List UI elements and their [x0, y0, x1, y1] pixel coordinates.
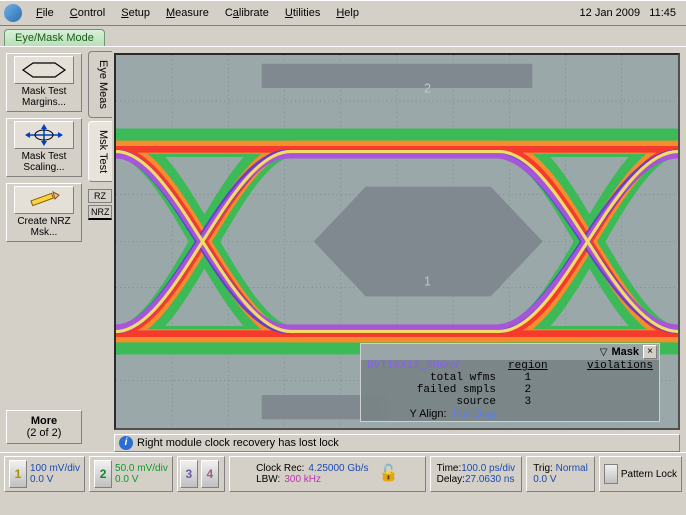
channel-2-group[interactable]: 2 50.0 mV/div 0.0 V [89, 456, 173, 492]
delay-value: 27.0630 ns [465, 474, 515, 485]
clock-value: 4.25000 Gb/s [308, 463, 368, 475]
btn-label: Mask Test Margins... [9, 86, 79, 108]
menu-help[interactable]: Help [328, 4, 367, 22]
menu-utilities[interactable]: Utilities [277, 4, 328, 22]
tab-msk-test[interactable]: Msk Test [88, 121, 112, 182]
ch2-offset: 0.0 V [115, 474, 168, 486]
delay-label: Delay: [437, 474, 465, 485]
mask-name: DVI16X12_500mV [361, 360, 502, 372]
channel-1-info: 100 mV/div 0.0 V [30, 463, 80, 486]
app-logo-icon [4, 4, 22, 22]
more-button[interactable]: More (2 of 2) [6, 410, 82, 444]
trig-label: Trig: [533, 463, 553, 474]
tab-rz[interactable]: RZ [88, 189, 112, 203]
row-failed-smpls: failed smpls [361, 384, 502, 396]
collapse-icon[interactable]: ▽ [600, 347, 608, 358]
menu-control[interactable]: Control [62, 4, 113, 22]
svg-text:2: 2 [424, 80, 431, 95]
info-icon: i [119, 436, 133, 450]
menu-calibrate[interactable]: Calibrate [217, 4, 277, 22]
close-icon[interactable]: × [643, 345, 657, 359]
menu-bar: File Control Setup Measure Calibrate Uti… [0, 0, 686, 26]
clock-recovery-panel[interactable]: Clock Rec: 4.25000 Gb/s LBW: 300 kHz 🔓 [229, 456, 426, 492]
info-bar: i Right module clock recovery has lost l… [114, 434, 680, 452]
lbw-label: LBW: [256, 474, 280, 486]
row-total-wfms: total wfms [361, 372, 502, 384]
svg-text:1: 1 [424, 273, 431, 288]
info-message: Right module clock recovery has lost loc… [137, 437, 339, 449]
channel-1-group[interactable]: 1 100 mV/div 0.0 V [4, 456, 85, 492]
time-label: Time: [437, 463, 462, 474]
plot-wrap: 2 1 3 [112, 47, 686, 452]
mode-tab-eye-mask[interactable]: Eye/Mask Mode [4, 29, 105, 46]
side-tabs: Eye Meas Msk Test RZ NRZ [88, 47, 112, 452]
eye-shape-icon [14, 56, 74, 84]
mask-test-margins-button[interactable]: Mask Test Margins... [6, 53, 82, 112]
more-sub: (2 of 2) [9, 427, 79, 439]
time: 11:45 [649, 7, 676, 19]
row-source: source [361, 396, 502, 408]
menu-file[interactable]: File [28, 4, 62, 22]
channel-3-button[interactable]: 3 [180, 460, 198, 488]
channel-1-button[interactable]: 1 [9, 460, 27, 488]
trigger-panel[interactable]: Trig: Normal 0.0 V [526, 456, 595, 492]
lock-open-icon: 🔓 [378, 465, 398, 483]
yalign-value[interactable]: Full Disp [453, 408, 496, 420]
col-violations: violations [554, 360, 659, 372]
trig-level: 0.0 V [533, 474, 588, 486]
pencil-icon [14, 186, 74, 214]
timebase-panel[interactable]: Time:100.0 ps/div Delay:27.0630 ns [430, 456, 523, 492]
channel-4-button[interactable]: 4 [201, 460, 219, 488]
time-value: 100.0 ps/div [461, 463, 515, 474]
menu-setup[interactable]: Setup [113, 4, 158, 22]
mode-tab-row: Eye/Mask Mode [0, 26, 686, 46]
channel-2-button[interactable]: 2 [94, 460, 112, 488]
small-tabs: RZ NRZ [88, 189, 112, 220]
trig-mode: Normal [556, 463, 588, 474]
ch1-scale: 100 mV/div [30, 463, 80, 475]
more-label: More [9, 415, 79, 427]
btn-label: Mask Test Scaling... [9, 151, 79, 173]
left-toolbar: Mask Test Margins... Mask Test Scaling..… [0, 47, 88, 452]
datetime: 12 Jan 2009 11:45 [580, 7, 682, 19]
ch1-offset: 0.0 V [30, 474, 80, 486]
pattern-lock-label: Pattern Lock [621, 469, 677, 480]
yalign-label: Y Align: [410, 408, 447, 420]
main-area: Mask Test Margins... Mask Test Scaling..… [0, 46, 686, 452]
lbw-value: 300 kHz [284, 474, 321, 486]
menu-measure[interactable]: Measure [158, 4, 217, 22]
mask-panel-header: ▽ Mask × [361, 344, 659, 360]
scaling-arrows-icon [14, 121, 74, 149]
channel-3-4-group[interactable]: 3 4 [177, 456, 225, 492]
channel-2-info: 50.0 mV/div 0.0 V [115, 463, 168, 486]
pattern-lock-icon [604, 464, 618, 484]
eye-diagram-plot[interactable]: 2 1 3 [114, 53, 680, 430]
clock-label: Clock Rec: [256, 463, 304, 475]
mask-results-panel: ▽ Mask × DVI16X12_500mV region violation… [360, 343, 660, 422]
tab-nrz[interactable]: NRZ [88, 205, 112, 220]
create-nrz-mask-button[interactable]: Create NRZ Msk... [6, 183, 82, 242]
col-region: region [502, 360, 554, 372]
pattern-lock-button[interactable]: Pattern Lock [599, 456, 682, 492]
bottom-status-bar: 1 100 mV/div 0.0 V 2 50.0 mV/div 0.0 V 3… [0, 452, 686, 495]
mask-test-scaling-button[interactable]: Mask Test Scaling... [6, 118, 82, 177]
btn-label: Create NRZ Msk... [9, 216, 79, 238]
ch2-scale: 50.0 mV/div [115, 463, 168, 475]
date: 12 Jan 2009 [580, 7, 641, 19]
tab-eye-meas[interactable]: Eye Meas [88, 51, 112, 118]
mask-panel-title: Mask [611, 346, 639, 358]
